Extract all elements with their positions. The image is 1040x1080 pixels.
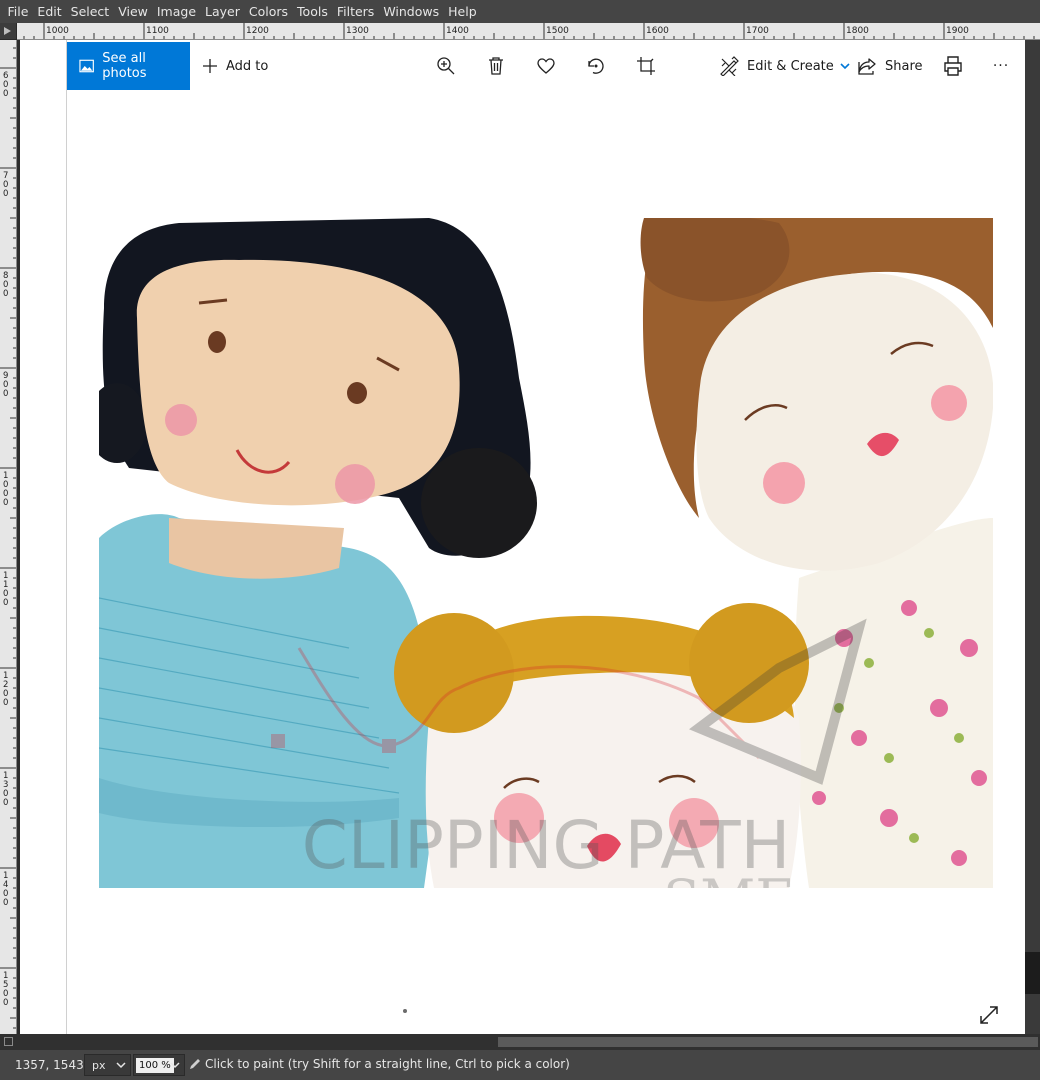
chevron-down-icon (116, 1062, 126, 1069)
menu-select[interactable]: Select (66, 0, 114, 23)
doll-photo: CLIPPING PATH SME (99, 218, 993, 888)
rotate-icon (588, 58, 604, 74)
triangle-right-icon (4, 27, 11, 35)
photos-toolbar: See all photos Add to Edit & Create Shar… (67, 40, 1025, 92)
menu-colors[interactable]: Colors (244, 0, 292, 23)
gimp-window: File Edit Select View Image Layer Colors… (0, 0, 1040, 1080)
ruler-label: 0 (3, 289, 8, 299)
ruler-label: 0 (3, 998, 8, 1008)
ruler-label: 0 (3, 389, 8, 399)
share-label: Share (885, 58, 923, 74)
share-button[interactable]: Share (857, 54, 923, 78)
print-icon (944, 56, 962, 76)
pointer-coordinates: 1357, 1543 (15, 1058, 84, 1072)
status-message-text: Click to paint (try Shift for a straight… (205, 1057, 570, 1071)
horizontal-ruler-ticks: 1000 1100 1200 1300 1400 1500 1600 1700 1800 1900 (23, 23, 1035, 39)
ruler-label: 1100 (146, 26, 169, 36)
more-options-button[interactable]: ··· (989, 54, 1013, 78)
menu-view[interactable]: View (114, 0, 153, 23)
unit-value: px (92, 1058, 106, 1072)
see-all-photos-button[interactable]: See all photos (67, 42, 190, 90)
ruler-label: 0 (3, 89, 8, 99)
ruler-corner-button[interactable] (0, 23, 17, 40)
rotate-button[interactable] (584, 54, 608, 78)
menu-windows[interactable]: Windows (379, 0, 444, 23)
print-button[interactable] (941, 54, 965, 78)
expand-icon (980, 1006, 998, 1024)
zoom-value[interactable]: 100 % (136, 1057, 174, 1073)
scrollbar-thumb[interactable] (498, 1037, 1038, 1047)
fullscreen-button[interactable] (978, 1004, 1000, 1026)
ruler-label: 0 (3, 898, 8, 908)
quick-mask-toggle[interactable] (0, 1034, 17, 1050)
menubar: File Edit Select View Image Layer Colors… (0, 0, 1040, 23)
heart-icon (537, 58, 555, 74)
image-canvas[interactable]: See all photos Add to Edit & Create Shar… (17, 40, 1040, 1034)
ruler-label: 0 (3, 698, 8, 708)
dark-strip (1025, 952, 1040, 994)
pencil-icon (190, 1059, 200, 1069)
chevron-down-icon (840, 63, 850, 70)
zoom-select[interactable]: 100 % (133, 1054, 185, 1076)
menu-file[interactable]: File (3, 0, 33, 23)
photo-icon (79, 59, 94, 73)
vertical-ruler[interactable]: 600700800900100011001200130014001500 (0, 40, 17, 1034)
edit-create-icon (720, 56, 739, 76)
crop-button[interactable] (634, 54, 658, 78)
crop-icon (637, 57, 655, 75)
menu-layer[interactable]: Layer (201, 0, 245, 23)
ruler-label: 0 (3, 189, 8, 199)
ruler-label: 1200 (246, 26, 269, 36)
share-icon (858, 58, 876, 75)
ruler-label: 0 (3, 598, 8, 608)
menu-filters[interactable]: Filters (332, 0, 378, 23)
see-all-photos-label: See all photos (102, 51, 147, 81)
ruler-label: 1000 (46, 26, 69, 36)
horizontal-scrollbar[interactable] (17, 1034, 1040, 1050)
statusbar: 1357, 1543 px 100 % Click to paint (try … (0, 1050, 1040, 1080)
image-layer: See all photos Add to Edit & Create Shar… (20, 40, 1040, 1034)
horizontal-ruler[interactable]: 1000 1100 1200 1300 1400 1500 1600 1700 1800 1900 (17, 23, 1040, 40)
chevron-down-icon (170, 1062, 180, 1069)
ruler-label: 1700 (746, 26, 769, 36)
square-icon (4, 1037, 13, 1046)
add-to-button[interactable]: Add to (202, 54, 268, 78)
ruler-label: 1500 (546, 26, 569, 36)
zoom-in-button[interactable] (434, 54, 458, 78)
ruler-label: 1400 (446, 26, 469, 36)
vertical-ruler-ticks: 600700800900100011001200130014001500 (0, 47, 16, 1029)
image-right-margin (1025, 40, 1040, 1034)
image-left-margin (20, 40, 67, 1034)
unit-select[interactable]: px (84, 1054, 131, 1076)
delete-icon (489, 57, 503, 75)
zoom-in-icon (437, 57, 455, 75)
ruler-label: 1600 (646, 26, 669, 36)
ruler-label: 0 (3, 498, 8, 508)
status-message: Click to paint (try Shift for a straight… (188, 1057, 570, 1071)
canvas-dot (403, 1009, 407, 1013)
menu-image[interactable]: Image (152, 0, 200, 23)
ruler-label: 0 (3, 798, 8, 808)
doll-photo-image: CLIPPING PATH SME (99, 218, 993, 888)
watermark-text-small: SME (663, 868, 795, 888)
edit-create-label: Edit & Create (747, 58, 834, 74)
photos-app-screenshot: See all photos Add to Edit & Create Shar… (67, 40, 1025, 1034)
delete-button[interactable] (484, 54, 508, 78)
menu-edit[interactable]: Edit (33, 0, 66, 23)
add-to-label: Add to (226, 58, 269, 74)
menu-help[interactable]: Help (444, 0, 482, 23)
ruler-label: 1900 (946, 26, 969, 36)
plus-icon (203, 59, 217, 73)
favorite-button[interactable] (534, 54, 558, 78)
ruler-label: 1300 (346, 26, 369, 36)
menu-tools[interactable]: Tools (293, 0, 333, 23)
edit-create-button[interactable]: Edit & Create (719, 54, 850, 78)
ruler-label: 1800 (846, 26, 869, 36)
